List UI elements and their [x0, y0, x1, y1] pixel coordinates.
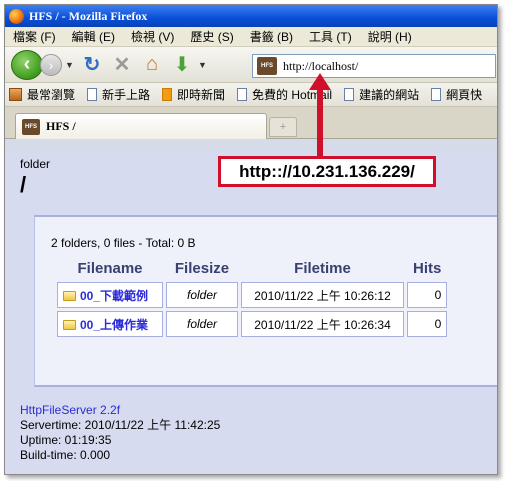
stop-button[interactable]: ✕ [109, 52, 135, 78]
column-filename[interactable]: Filename [57, 257, 163, 279]
menu-view[interactable]: 檢視 (V) [131, 28, 174, 45]
table-header-row: Filename Filesize Filetime Hits [57, 257, 447, 279]
bookmark-suggested-sites[interactable]: 建議的網站 [344, 86, 419, 103]
plus-icon: + [279, 121, 287, 133]
bookmark-most-visited[interactable]: 最常瀏覽 [9, 86, 75, 103]
reload-icon: ↻ [83, 54, 101, 76]
bookmark-folder-icon [9, 88, 22, 101]
file-size-cell: folder [166, 311, 238, 337]
folder-label: folder [20, 157, 51, 171]
tab-strip: HFS HFS / + [5, 107, 497, 139]
hfs-version-link[interactable]: HttpFileServer 2.2f [20, 403, 220, 418]
file-time-cell: 2010/11/22 上午 10:26:12 [241, 282, 404, 308]
url-text[interactable]: http://localhost/ [283, 59, 358, 74]
page-icon [344, 88, 355, 101]
file-name-cell[interactable]: 00_上傳作業 [57, 311, 163, 337]
forward-button[interactable]: › [40, 53, 62, 76]
folder-link[interactable]: 00_下載範例 [80, 289, 148, 303]
history-dropdown-icon[interactable]: ▼ [65, 60, 75, 70]
title-bar: HFS / - Mozilla Firefox [5, 5, 497, 27]
rss-icon [162, 88, 173, 101]
file-size-cell: folder [166, 282, 238, 308]
server-info: HttpFileServer 2.2f Servertime: 2010/11/… [20, 403, 220, 463]
folder-link[interactable]: 00_上傳作業 [80, 318, 148, 332]
page-icon [237, 88, 248, 101]
new-tab-button[interactable]: + [269, 117, 297, 137]
bookmark-web-slices[interactable]: 網頁快 [431, 86, 482, 103]
menu-tools[interactable]: 工具 (T) [309, 28, 352, 45]
file-time-cell: 2010/11/22 上午 10:26:34 [241, 311, 404, 337]
address-bar[interactable]: HFS http://localhost/ [252, 54, 496, 78]
menu-edit[interactable]: 編輯 (E) [72, 28, 115, 45]
file-table: Filename Filesize Filetime Hits 00_下載範例 … [54, 254, 450, 340]
file-list-panel: 2 folders, 0 files - Total: 0 B Filename… [34, 215, 497, 387]
back-arrow-icon: ‹ [23, 53, 31, 75]
folder-icon [63, 290, 76, 301]
back-button[interactable]: ‹ [11, 49, 43, 80]
download-icon: ⬇ [173, 54, 191, 76]
tab-label: HFS / [46, 119, 76, 133]
folder-icon [63, 319, 76, 330]
menu-file[interactable]: 檔案 (F) [13, 28, 56, 45]
tab-hfs[interactable]: HFS HFS / [15, 113, 267, 139]
menu-history[interactable]: 歷史 (S) [190, 28, 233, 45]
annotation-callout: http:://10.231.136.229/ [218, 156, 436, 187]
menu-bar: 檔案 (F) 編輯 (E) 檢視 (V) 歷史 (S) 書籤 (B) 工具 (T… [5, 27, 497, 47]
file-hits-cell: 0 [407, 282, 448, 308]
window-title: HFS / - Mozilla Firefox [29, 8, 148, 23]
file-hits-cell: 0 [407, 311, 448, 337]
column-filetime[interactable]: Filetime [241, 257, 404, 279]
column-hits[interactable]: Hits [407, 257, 447, 279]
folder-summary: 2 folders, 0 files - Total: 0 B [51, 236, 196, 250]
stop-icon: ✕ [113, 54, 131, 76]
uptime: Uptime: 01:19:35 [20, 433, 112, 447]
download-button[interactable]: ⬇ [169, 52, 195, 78]
column-filesize[interactable]: Filesize [166, 257, 238, 279]
annotation-arrow [317, 88, 323, 156]
table-row: 00_上傳作業 folder 2010/11/22 上午 10:26:34 0 [57, 311, 448, 337]
menu-help[interactable]: 說明 (H) [368, 28, 412, 45]
build-time: Build-time: 0.000 [20, 448, 111, 462]
folder-path: / [20, 172, 27, 197]
hfs-favicon-icon: HFS [22, 118, 40, 135]
bookmarks-toolbar: 最常瀏覽 新手上路 即時新聞 免費的 Hotmail 建議的網站 網頁快 [5, 83, 497, 107]
file-name-cell[interactable]: 00_下載範例 [57, 282, 163, 308]
toolbar-dropdown-icon[interactable]: ▼ [198, 60, 208, 70]
server-time: Servertime: 2010/11/22 上午 11:42:25 [20, 418, 221, 432]
bookmark-getting-started[interactable]: 新手上路 [87, 86, 150, 103]
home-icon: ⌂ [145, 53, 159, 75]
page-icon [87, 88, 98, 101]
bookmark-latest-news[interactable]: 即時新聞 [162, 86, 225, 103]
page-content: folder / 2 folders, 0 files - Total: 0 B… [6, 152, 497, 474]
firefox-icon [9, 8, 24, 24]
page-icon [431, 88, 442, 101]
menu-bookmarks[interactable]: 書籤 (B) [250, 28, 293, 45]
home-button[interactable]: ⌂ [139, 52, 165, 78]
hfs-site-icon: HFS [257, 57, 277, 75]
table-row: 00_下載範例 folder 2010/11/22 上午 10:26:12 0 [57, 282, 448, 308]
forward-arrow-icon: › [48, 56, 54, 73]
reload-button[interactable]: ↻ [79, 52, 105, 78]
